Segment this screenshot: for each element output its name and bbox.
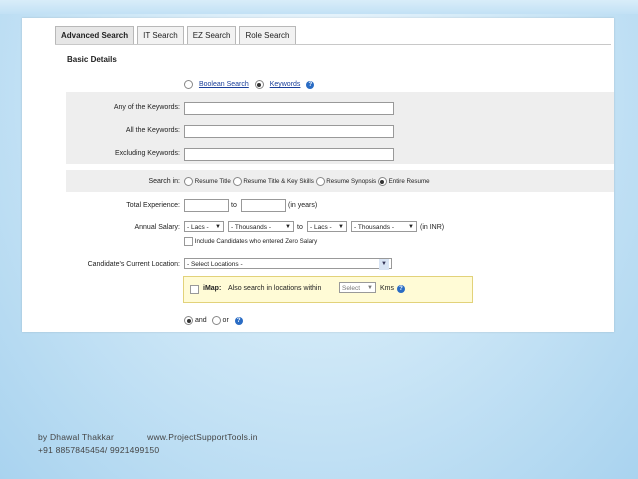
chevron-down-icon: ▼ [379,259,389,270]
zero-salary-row: Include Candidates who entered Zero Sala… [184,237,317,246]
salary-label: Annual Salary: [134,224,180,231]
boolean-search-link[interactable]: Boolean Search [199,81,249,88]
resume-synopsis-radio[interactable] [315,177,325,186]
footer-author-line: by Dhawal Thakkar www.ProjectSupportTool… [38,432,258,442]
experience-from-input[interactable] [184,199,229,212]
title-keyskills-radio[interactable] [232,177,242,186]
resume-synopsis-label: Resume Synopsis [326,178,377,186]
and-or-help-icon[interactable]: ? [234,316,243,325]
salary-to-lacs-select[interactable]: - Lacs - ▼ [307,221,347,232]
location-label: Candidate's Current Location: [87,261,180,268]
imap-title: iMap: [203,285,222,292]
imap-text: Also search in locations within [228,285,322,292]
tab-role-search[interactable]: Role Search [239,26,296,44]
salary-from-lacs-select[interactable]: - Lacs - ▼ [184,221,224,232]
chevron-down-icon: ▼ [367,285,373,291]
experience-unit: (in years) [288,202,318,209]
and-label: and [194,317,207,325]
chevron-down-icon: ▼ [215,224,221,230]
keywords-help-icon[interactable]: ? [306,80,315,89]
or-label: or [222,317,229,325]
imap-box: iMap: Also search in locations within Se… [183,276,473,303]
search-in-options: Resume Title Resume Title & Key Skills R… [184,177,430,186]
section-title: Basic Details [67,55,117,64]
boolean-search-radio[interactable] [184,80,193,89]
excluding-keywords-label: Excluding Keywords: [115,150,180,157]
any-keywords-label: Any of the Keywords: [113,104,180,111]
footer-phones: +91 8857845454/ 9921499150 [38,445,160,455]
and-radio[interactable] [184,316,193,325]
experience-to-label: to [231,202,237,209]
salary-to-thousands-select[interactable]: - Thousands - ▼ [351,221,417,232]
search-tabs: Advanced Search IT Search EZ Search Role… [55,26,296,44]
imap-checkbox[interactable] [190,285,199,294]
all-keywords-input[interactable] [184,125,394,138]
salary-from-thousands-select[interactable]: - Thousands - ▼ [228,221,294,232]
resume-title-label: Resume Title [194,178,231,186]
tab-advanced-search[interactable]: Advanced Search [55,26,135,44]
imap-help-icon[interactable]: ? [397,285,405,293]
entire-resume-label: Entire Resume [388,178,430,186]
excluding-keywords-input[interactable] [184,148,394,161]
slide-top-band [0,0,638,14]
chevron-down-icon: ▼ [285,224,291,230]
location-select-value: - Select Locations - [187,261,243,268]
and-or-row: and or ? [184,316,243,325]
chevron-down-icon: ▼ [408,224,414,230]
chevron-down-icon: ▼ [338,224,344,230]
search-in-label: Search in: [148,178,180,185]
zero-salary-label: Include Candidates who entered Zero Sala… [194,238,318,246]
salary-unit: (in INR) [420,224,445,231]
search-mode-row: Boolean Search Keywords ? [184,80,318,89]
tab-divider [55,44,611,45]
entire-resume-radio[interactable] [377,177,387,186]
imap-distance-value: Select [342,285,361,292]
search-form-panel: Advanced Search IT Search EZ Search Role… [22,18,614,332]
tab-ez-search[interactable]: EZ Search [186,26,237,44]
title-keyskills-label: Resume Title & Key Skills [243,178,314,186]
footer-author: by Dhawal Thakkar [38,432,114,442]
salary-from-thousands-value: - Thousands - [231,224,271,231]
or-radio[interactable] [211,316,221,325]
footer-website: www.ProjectSupportTools.in [147,432,258,442]
tab-it-search[interactable]: IT Search [137,26,184,44]
imap-unit: Kms [380,285,394,292]
zero-salary-checkbox[interactable] [184,237,193,246]
experience-label: Total Experience: [126,202,180,209]
experience-to-input[interactable] [241,199,286,212]
keywords-link[interactable]: Keywords [270,81,301,88]
location-select[interactable]: - Select Locations - ▼ [184,258,392,270]
resume-title-radio[interactable] [184,177,193,186]
salary-to-label: to [297,224,303,231]
keywords-radio[interactable] [254,80,264,89]
salary-to-lacs-value: - Lacs - [310,224,332,231]
salary-from-lacs-value: - Lacs - [187,224,209,231]
imap-distance-select[interactable]: Select ▼ [339,282,376,293]
all-keywords-label: All the Keywords: [125,127,180,134]
any-keywords-input[interactable] [184,102,394,115]
salary-to-thousands-value: - Thousands - [354,224,394,231]
